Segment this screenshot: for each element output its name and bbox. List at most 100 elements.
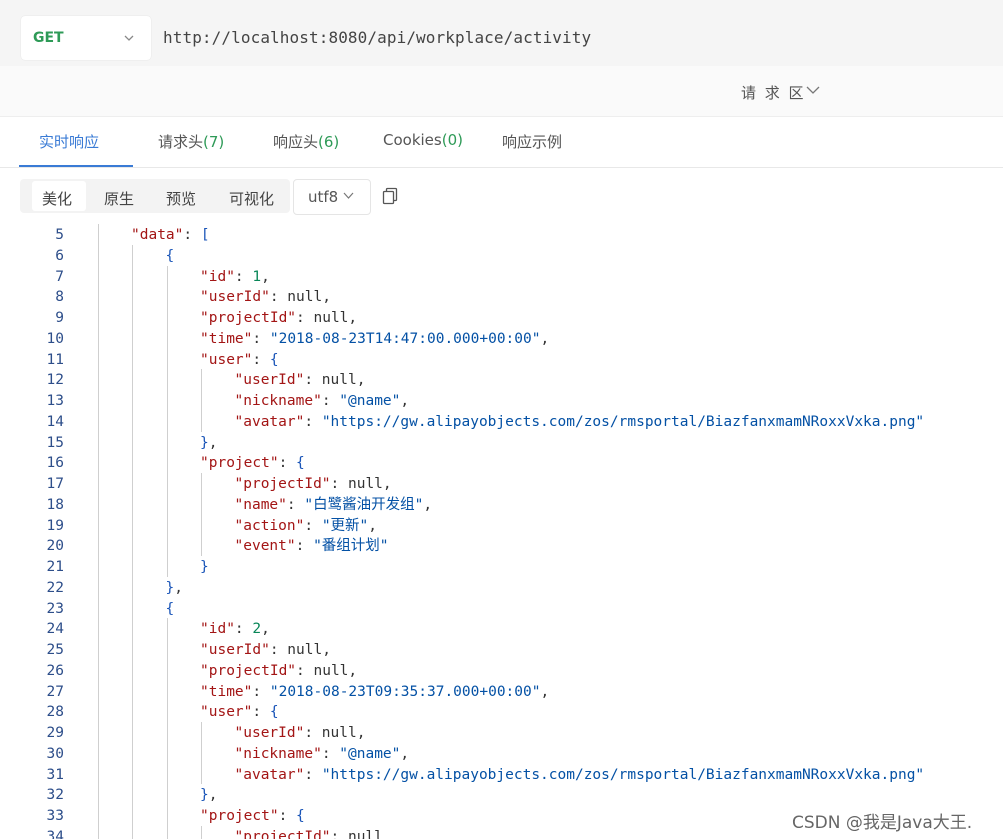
code-line: 30 "nickname": "@name", bbox=[0, 744, 1003, 765]
line-number: 31 bbox=[46, 766, 64, 783]
tab-request-headers[interactable]: 请求头(7) bbox=[158, 131, 224, 152]
tab-count: (0) bbox=[441, 131, 463, 149]
code-line: 23 { bbox=[0, 599, 1003, 620]
line-number: 21 bbox=[46, 559, 64, 575]
line-number: 19 bbox=[46, 517, 64, 534]
code-line: 21} bbox=[0, 557, 1003, 578]
tab-count: (6) bbox=[318, 133, 340, 151]
view-mode-visualize[interactable]: 可视化 bbox=[229, 188, 274, 209]
indent-guide bbox=[201, 473, 202, 556]
code-line: 8 "userId": null, bbox=[0, 287, 1003, 308]
line-number: 12 bbox=[46, 372, 64, 389]
tab-label: 请求头 bbox=[158, 133, 204, 151]
method-label: GET bbox=[33, 30, 64, 46]
line-number: 17 bbox=[46, 476, 64, 492]
line-number: 22 bbox=[46, 579, 64, 596]
indent-guide bbox=[167, 618, 168, 839]
code-text: "time": "2018-08-23T14:47:00.000+00:00", bbox=[200, 330, 550, 347]
line-number: 23 bbox=[46, 600, 64, 617]
view-mode-raw[interactable]: 原生 bbox=[104, 188, 134, 209]
code-text: "projectId": null, bbox=[234, 476, 392, 492]
code-line: 5 "data": [ bbox=[0, 225, 1003, 246]
tab-label: Cookies bbox=[383, 131, 442, 149]
active-tab-indicator bbox=[19, 165, 133, 167]
line-number: 34 bbox=[46, 828, 64, 839]
code-text: "nickname": "@name", bbox=[234, 745, 410, 762]
code-line: 17 "projectId": null, bbox=[0, 474, 1003, 495]
line-number: 14 bbox=[46, 413, 64, 430]
chevron-down-icon bbox=[343, 192, 354, 199]
code-line: 11 "user": { bbox=[0, 350, 1003, 371]
code-line: 15}, bbox=[0, 433, 1003, 454]
tab-label: 实时响应 bbox=[39, 133, 100, 151]
line-number: 11 bbox=[46, 351, 64, 368]
code-line: 9 "projectId": null, bbox=[0, 308, 1003, 329]
line-number: 13 bbox=[46, 393, 64, 409]
request-area-toggle[interactable]: 请 求 区 bbox=[741, 82, 806, 103]
line-number: 16 bbox=[46, 455, 64, 472]
code-line: 14 "avatar": "https://gw.alipayobjects.co… bbox=[0, 412, 1003, 433]
code-line: 7 "id": 1, bbox=[0, 267, 1003, 288]
tab-count: (7) bbox=[203, 133, 225, 151]
line-number: 33 bbox=[46, 808, 64, 824]
line-number: 32 bbox=[46, 787, 64, 804]
chevron-down-icon bbox=[124, 35, 134, 41]
indent-guide bbox=[201, 825, 202, 839]
line-number: 24 bbox=[46, 621, 64, 638]
request-area-bar: 请 求 区 bbox=[0, 66, 1003, 117]
url-input[interactable]: http://localhost:8080/api/workplace/acti… bbox=[163, 28, 591, 47]
code-line: 20 "event": "番组计划" bbox=[0, 536, 1003, 557]
method-select[interactable]: GET bbox=[21, 16, 151, 60]
tab-label: 响应头 bbox=[273, 133, 319, 151]
tab-cookies[interactable]: Cookies(0) bbox=[383, 131, 463, 149]
code-text: "nickname": "@name", bbox=[234, 393, 410, 409]
code-line: 28 "user": { bbox=[0, 702, 1003, 723]
line-number: 20 bbox=[46, 538, 64, 555]
code-line: 13 "nickname": "@name", bbox=[0, 391, 1003, 412]
code-line: 29 "userId": null, bbox=[0, 723, 1003, 744]
line-number: 10 bbox=[46, 330, 64, 347]
code-text: "project": { bbox=[200, 455, 305, 472]
indent-guide bbox=[201, 722, 202, 785]
code-text: "project": { bbox=[200, 808, 305, 824]
view-mode-pretty[interactable]: 美化 bbox=[42, 188, 72, 209]
code-text: "projectId": null, bbox=[200, 310, 358, 326]
line-number: 30 bbox=[46, 745, 64, 762]
code-line: 26 "projectId": null, bbox=[0, 661, 1003, 682]
code-line: 22}, bbox=[0, 578, 1003, 599]
tab-response-example[interactable]: 响应示例 bbox=[502, 131, 562, 152]
indent-guide bbox=[201, 369, 202, 432]
chevron-down-icon[interactable] bbox=[806, 85, 820, 95]
code-text: } bbox=[200, 559, 209, 575]
code-text: "avatar": "https://gw.alipayobjects.com/… bbox=[234, 413, 925, 430]
code-text: { bbox=[165, 600, 175, 617]
code-text: "userId": null, bbox=[234, 372, 366, 389]
indent-guide bbox=[98, 224, 99, 839]
line-number: 29 bbox=[46, 725, 64, 741]
code-text: "user": { bbox=[200, 351, 279, 368]
code-text: }, bbox=[165, 579, 183, 596]
code-text: "data": [ bbox=[131, 227, 210, 243]
line-number: 15 bbox=[46, 434, 64, 451]
encoding-select[interactable]: utf8 bbox=[293, 179, 371, 215]
copy-icon[interactable] bbox=[382, 187, 399, 205]
code-text: "avatar": "https://gw.alipayobjects.com/… bbox=[234, 766, 925, 783]
encoding-label: utf8 bbox=[308, 188, 339, 206]
code-line: 27 "time": "2018-08-23T09:35:37.000+00:00… bbox=[0, 682, 1003, 703]
code-text: "userId": null, bbox=[234, 725, 366, 741]
line-number: 7 bbox=[55, 268, 64, 285]
tab-live-response[interactable]: 实时响应 bbox=[39, 131, 99, 152]
code-text: "projectId": null bbox=[234, 828, 383, 839]
tab-response-headers[interactable]: 响应头(6) bbox=[273, 131, 339, 152]
code-text: "name": "白鹭酱油开发组", bbox=[234, 496, 433, 513]
watermark: CSDN @我是Java大王. bbox=[792, 813, 973, 833]
indent-guide bbox=[167, 265, 168, 577]
code-text: }, bbox=[200, 787, 218, 804]
code-text: "id": 1, bbox=[200, 268, 270, 285]
line-number: 28 bbox=[46, 704, 64, 721]
line-number: 25 bbox=[46, 642, 64, 658]
code-text: }, bbox=[200, 434, 218, 451]
code-line: 19 "action": "更新", bbox=[0, 516, 1003, 537]
code-line: 18 "name": "白鹭酱油开发组", bbox=[0, 495, 1003, 516]
view-mode-preview[interactable]: 预览 bbox=[166, 188, 196, 209]
